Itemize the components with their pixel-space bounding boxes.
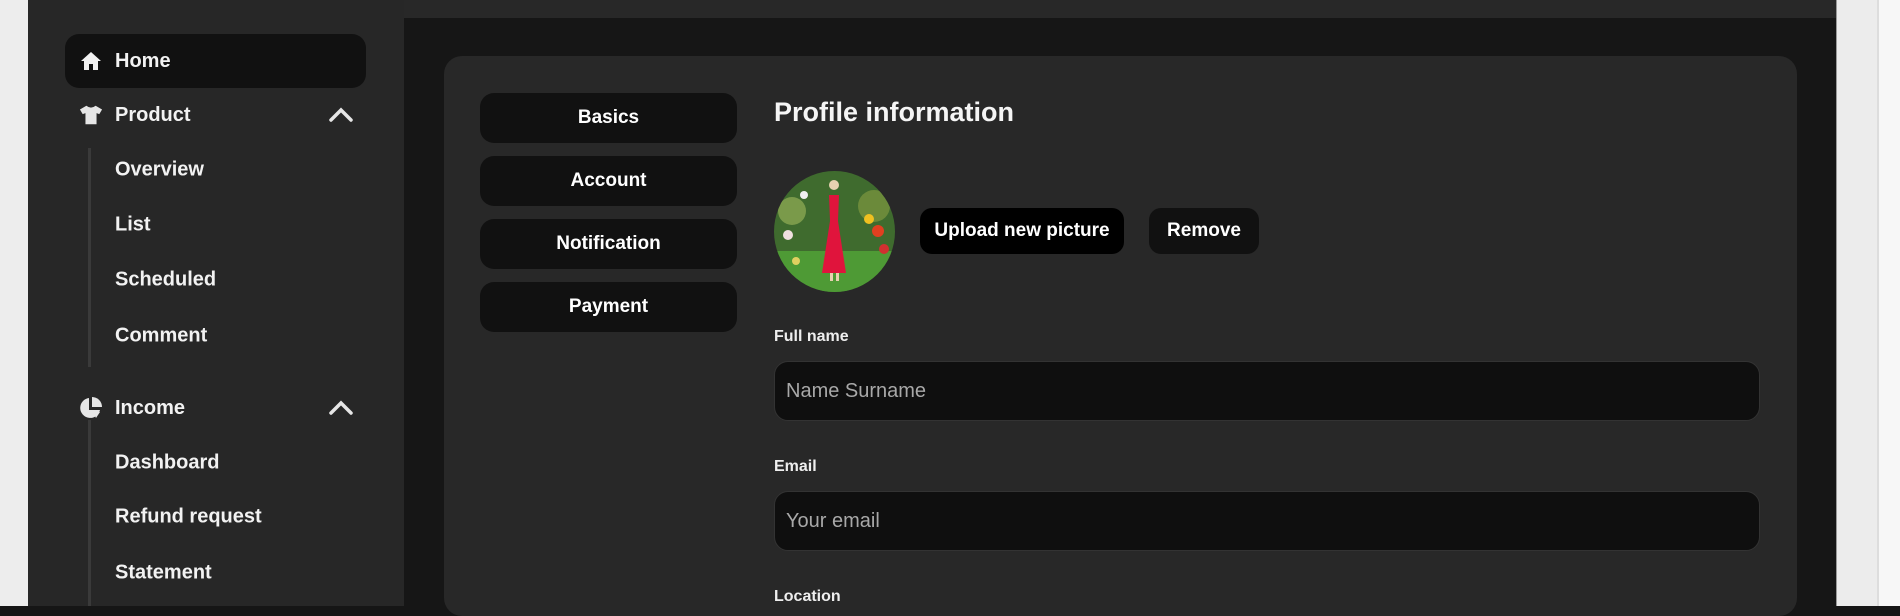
tshirt-icon: [79, 103, 103, 127]
home-icon: [79, 49, 103, 73]
tab-payment[interactable]: Payment: [480, 282, 737, 332]
sidebar-subitem-comment[interactable]: Comment: [115, 325, 207, 348]
sidebar-item-product[interactable]: Product: [65, 88, 366, 142]
sidebar-subitem-scheduled[interactable]: Scheduled: [115, 269, 216, 292]
sidebar-subitem-statement[interactable]: Statement: [115, 562, 212, 585]
avatar: [774, 171, 895, 292]
pie-chart-icon: [79, 396, 103, 420]
sidebar-subitem-dashboard[interactable]: Dashboard: [115, 452, 219, 475]
right-gutter: [1877, 0, 1900, 606]
tab-notification[interactable]: Notification: [480, 219, 737, 269]
sidebar-item-income[interactable]: Income: [65, 381, 366, 435]
sidebar-subitem-refund-request[interactable]: Refund request: [115, 506, 262, 529]
sidebar-item-label: Income: [115, 396, 186, 419]
scrollbar-track[interactable]: [1836, 0, 1877, 606]
submenu-line: [88, 420, 91, 606]
chevron-up-icon[interactable]: [328, 398, 354, 418]
top-bar: [404, 0, 1836, 18]
sidebar-item-label: Home: [115, 49, 171, 72]
location-label: Location: [774, 588, 841, 605]
sidebar-subitem-list[interactable]: List: [115, 214, 151, 237]
tab-account[interactable]: Account: [480, 156, 737, 206]
submenu-line: [88, 148, 91, 367]
full-name-input[interactable]: [774, 361, 1760, 421]
tab-basics[interactable]: Basics: [480, 93, 737, 143]
upload-picture-button[interactable]: Upload new picture: [920, 208, 1124, 254]
email-input[interactable]: [774, 491, 1760, 551]
page-title: Profile information: [774, 97, 1015, 127]
sidebar-subitem-overview[interactable]: Overview: [115, 159, 204, 182]
remove-picture-button[interactable]: Remove: [1149, 208, 1259, 254]
sidebar-item-label: Product: [115, 103, 191, 126]
sidebar-item-home[interactable]: Home: [65, 34, 366, 88]
full-name-label: Full name: [774, 328, 849, 345]
email-label: Email: [774, 458, 817, 475]
left-gutter: [0, 0, 28, 606]
chevron-up-icon[interactable]: [328, 105, 354, 125]
